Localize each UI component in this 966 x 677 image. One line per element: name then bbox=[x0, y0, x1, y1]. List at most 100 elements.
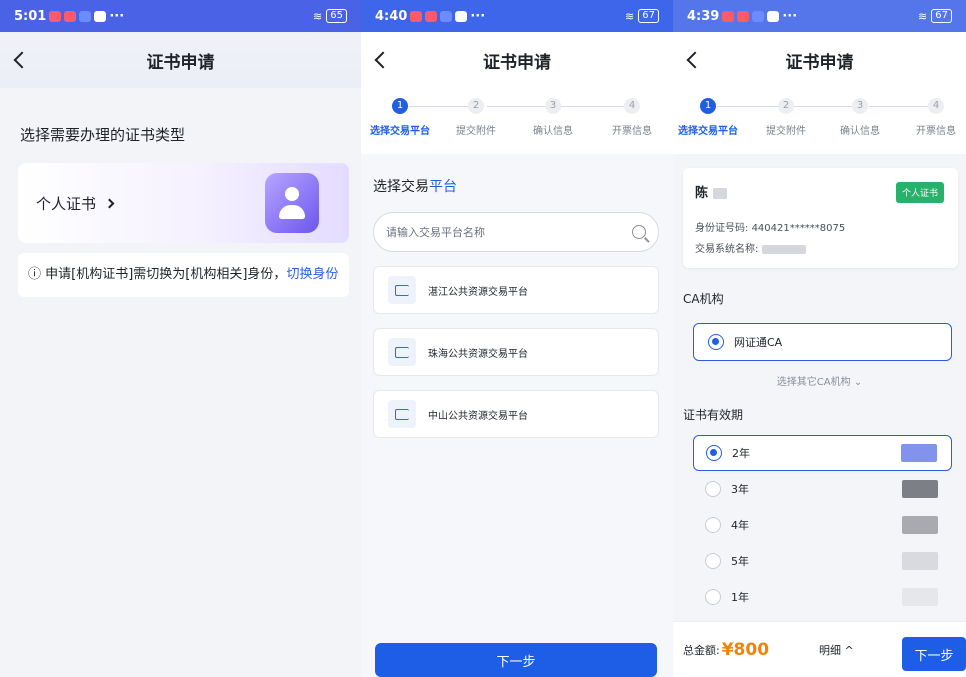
step-indicator: 1 选择交易平台 2 提交附件 3 确认信息 4 开票信息 bbox=[361, 88, 673, 154]
notification-icon bbox=[722, 10, 735, 22]
screen-confirm-info: 4:39 ··· ≋ 67 证书申请 1 选择交易平台 2 提交附件 3 确认信… bbox=[673, 0, 966, 677]
platform-item-zhongshan[interactable]: 中山公共资源交易平台 bbox=[373, 390, 659, 438]
radio-empty-icon[interactable] bbox=[705, 481, 721, 497]
chevron-down-icon: ⌄ bbox=[853, 377, 863, 388]
period-option[interactable]: 5年 bbox=[693, 543, 952, 579]
period-option[interactable]: 4年 bbox=[693, 507, 952, 543]
step-4: 4 开票信息 bbox=[612, 98, 652, 137]
redacted-text bbox=[712, 188, 727, 199]
redacted-price bbox=[902, 588, 938, 606]
notification-icon bbox=[79, 10, 92, 22]
page-title: 证书申请 bbox=[785, 52, 854, 73]
step-3: 3 确认信息 bbox=[533, 98, 573, 137]
redacted-text bbox=[761, 244, 806, 254]
period-option[interactable]: 2年 bbox=[693, 435, 952, 471]
wifi-icon: ≋ bbox=[313, 9, 323, 23]
platform-item-zhuhai[interactable]: 珠海公共资源交易平台 bbox=[373, 328, 659, 376]
status-time: 5:01 bbox=[14, 8, 47, 24]
switch-identity-notice: ⓘ 申请[机构证书]需切换为[机构相关]身份，切换身份 bbox=[18, 253, 349, 297]
battery-icon: 67 bbox=[931, 9, 952, 23]
chevron-right-icon bbox=[104, 198, 115, 208]
nav-bar: 证书申请 bbox=[673, 32, 966, 88]
notification-icon bbox=[425, 10, 438, 22]
platform-item-zhanjiang[interactable]: 湛江公共资源交易平台 bbox=[373, 266, 659, 314]
total-amount: ¥800 bbox=[721, 639, 770, 660]
notification-icon bbox=[64, 10, 77, 22]
switch-identity-link[interactable]: 切换身份 bbox=[286, 267, 338, 282]
period-option[interactable]: 1年 bbox=[693, 579, 952, 615]
radio-empty-icon[interactable] bbox=[705, 589, 721, 605]
redacted-price bbox=[902, 552, 938, 570]
holder-info-card: 陈 个人证书 身份证号码: 440421******8075 交易系统名称: bbox=[683, 168, 958, 268]
screen-select-platform: 4:40 ··· ≋ 67 证书申请 1 选择交易平台 2 提交附件 3 确认信… bbox=[361, 0, 673, 677]
validity-section-heading: 证书有效期 bbox=[683, 408, 744, 422]
notification-icon bbox=[455, 10, 468, 22]
system-name-line: 交易系统名称: bbox=[695, 240, 946, 255]
id-number-line: 身份证号码: 440421******8075 bbox=[695, 223, 846, 234]
redacted-price bbox=[902, 516, 938, 534]
info-icon: ⓘ bbox=[28, 267, 46, 282]
monitor-icon bbox=[388, 400, 416, 428]
platform-label: 珠海公共资源交易平台 bbox=[428, 348, 528, 360]
chevron-up-icon: ^ bbox=[844, 643, 854, 657]
search-icon[interactable] bbox=[632, 225, 646, 239]
nav-bar: 证书申请 bbox=[361, 32, 673, 88]
notification-icon bbox=[737, 10, 750, 22]
more-icon: ··· bbox=[782, 8, 798, 24]
wifi-icon: ≋ bbox=[918, 9, 928, 23]
monitor-icon bbox=[388, 338, 416, 366]
radio-empty-icon[interactable] bbox=[705, 553, 721, 569]
section-heading: 选择需要办理的证书类型 bbox=[20, 126, 186, 144]
monitor-icon bbox=[388, 276, 416, 304]
cert-type-badge: 个人证书 bbox=[895, 182, 944, 203]
next-button[interactable]: 下一步 bbox=[902, 637, 966, 671]
period-option[interactable]: 3年 bbox=[693, 471, 952, 507]
more-icon: ··· bbox=[109, 8, 125, 24]
notification-icon bbox=[752, 10, 765, 22]
radio-empty-icon[interactable] bbox=[705, 517, 721, 533]
detail-link[interactable]: 明细 ^ bbox=[819, 642, 854, 658]
notification-icon bbox=[410, 10, 423, 22]
platform-search[interactable] bbox=[373, 212, 659, 252]
wifi-icon: ≋ bbox=[625, 9, 635, 23]
notification-icon bbox=[49, 10, 62, 22]
step-1: 1 选择交易平台 bbox=[370, 98, 430, 137]
radio-selected-icon[interactable] bbox=[708, 334, 724, 350]
ca-option-selected[interactable]: 网证通CA bbox=[693, 323, 952, 361]
step-4: 4 开票信息 bbox=[916, 98, 956, 137]
status-time: 4:40 bbox=[375, 8, 408, 24]
status-bar: 4:39 ··· ≋ 67 bbox=[673, 0, 966, 32]
step-3: 3 确认信息 bbox=[840, 98, 880, 137]
notification-icon bbox=[94, 10, 107, 22]
other-ca-link[interactable]: 选择其它CA机构 ⌄ bbox=[673, 373, 966, 388]
platform-label: 湛江公共资源交易平台 bbox=[428, 286, 528, 298]
ca-option-label: 网证通CA bbox=[734, 336, 783, 349]
step-2: 2 提交附件 bbox=[456, 98, 496, 137]
step-2: 2 提交附件 bbox=[766, 98, 806, 137]
validity-period-list: 2年 3年 4年 5年 1年 bbox=[693, 435, 952, 615]
battery-icon: 67 bbox=[638, 9, 659, 23]
platform-label: 中山公共资源交易平台 bbox=[428, 410, 528, 422]
step-1: 1 选择交易平台 bbox=[678, 98, 738, 137]
nav-bar: 证书申请 bbox=[0, 32, 361, 88]
total-label: 总金额: bbox=[683, 643, 720, 657]
notification-icon bbox=[767, 10, 780, 22]
next-button[interactable]: 下一步 bbox=[375, 643, 657, 677]
personal-cert-option[interactable]: 个人证书 bbox=[18, 163, 349, 243]
status-time: 4:39 bbox=[687, 8, 720, 24]
user-illustration-icon bbox=[265, 173, 319, 233]
redacted-price bbox=[902, 480, 938, 498]
step-indicator: 1 选择交易平台 2 提交附件 3 确认信息 4 开票信息 bbox=[673, 88, 966, 154]
battery-icon: 65 bbox=[326, 9, 347, 23]
search-input[interactable] bbox=[386, 225, 632, 239]
screen-cert-type: 5:01 ··· ≋ 65 证书申请 选择需要办理的证书类型 个人证书 ⓘ 申请… bbox=[0, 0, 361, 677]
section-heading: 选择交易平台 bbox=[373, 179, 457, 195]
notification-icon bbox=[440, 10, 453, 22]
more-icon: ··· bbox=[470, 8, 486, 24]
radio-selected-icon[interactable] bbox=[706, 445, 722, 461]
status-bar: 4:40 ··· ≋ 67 bbox=[361, 0, 673, 32]
redacted-price bbox=[901, 444, 937, 462]
page-title: 证书申请 bbox=[483, 52, 551, 73]
notice-text: 申请[机构证书]需切换为[机构相关]身份， bbox=[45, 267, 287, 282]
ca-section-heading: CA机构 bbox=[683, 292, 724, 306]
